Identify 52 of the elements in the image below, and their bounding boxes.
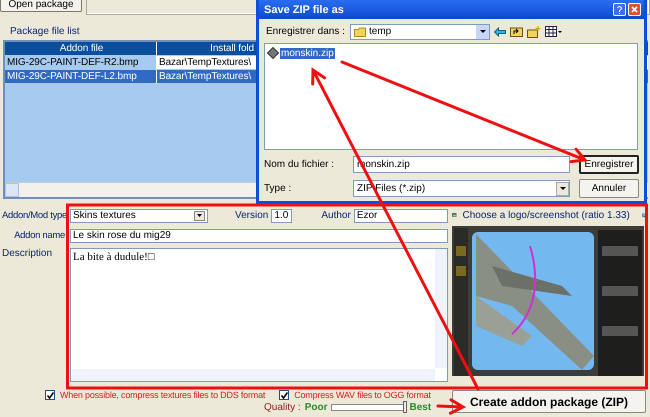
view-menu-icon — [545, 26, 563, 37]
checkmark-icon — [46, 392, 54, 398]
field-label: Version — [235, 210, 268, 221]
dropdown-arrow-icon — [197, 214, 202, 217]
table-cell[interactable]: Bazar\TempTextures\ — [157, 56, 256, 69]
field-label: Author — [321, 210, 351, 221]
folder-up-icon — [510, 26, 523, 37]
new-folder-icon — [527, 26, 541, 38]
file-type-dropdown[interactable]: ZIP Files (*.zip) — [353, 180, 570, 197]
checkbox[interactable] — [279, 390, 290, 400]
author-field[interactable]: Ezor — [354, 208, 448, 222]
back-arrow-icon — [494, 26, 506, 36]
column-header[interactable]: Install fold — [157, 42, 256, 55]
close-button[interactable] — [628, 3, 641, 16]
dropdown-arrow-icon — [480, 30, 486, 33]
dialog-title: Save ZIP file as — [264, 4, 345, 16]
field-label: Addon/Mod type — [2, 210, 65, 221]
folder-icon — [354, 26, 366, 36]
help-button[interactable] — [613, 3, 626, 16]
field-label: Type : — [264, 183, 292, 194]
table-cell[interactable]: MIG-29C-PAINT-DEF-L2.bmp — [5, 70, 157, 83]
field-label: Nom du fichier : — [264, 159, 336, 170]
version-field[interactable]: 1.0 — [271, 208, 292, 222]
addon-name-field[interactable]: Le skin rose du mig29 — [70, 228, 448, 242]
description-field[interactable]: La bite à dudule!□ — [70, 248, 448, 382]
checkbox[interactable] — [45, 390, 55, 400]
cancel-button[interactable]: Annuler — [579, 179, 639, 198]
annotation-arrow — [436, 398, 466, 415]
open-package-button[interactable]: Open package — [0, 0, 82, 12]
scale-label: Best — [409, 402, 432, 413]
option-label: When possible, compress textures files to DDS format — [60, 390, 266, 400]
field-label: Description — [2, 248, 54, 261]
type-dropdown[interactable]: Skins textures — [70, 208, 208, 222]
checkmark-icon — [280, 392, 288, 398]
section-label: Package file list — [10, 26, 80, 38]
column-header[interactable]: Addon file — [5, 42, 157, 55]
table-cell[interactable]: MIG-29C-PAINT-DEF-R2.bmp — [5, 56, 157, 69]
slider-thumb[interactable] — [403, 401, 408, 413]
folder-dropdown[interactable]: temp — [350, 24, 490, 40]
create-package-button[interactable]: Create addon package (ZIP) — [452, 390, 646, 413]
save-button[interactable]: Enregistrer — [579, 155, 639, 174]
question-icon — [617, 6, 622, 14]
field-label: Enregistrer dans : — [266, 26, 346, 37]
close-icon — [631, 6, 638, 13]
option-label: Compress WAV files to OGG format — [294, 390, 431, 400]
quality-label: Quality : — [264, 402, 301, 413]
scale-label: Poor — [304, 402, 328, 413]
logo-label: Choose a logo/screenshot (ratio 1.33) — [462, 210, 630, 220]
field-label: Addon name — [13, 230, 65, 241]
zip-file-icon — [267, 47, 279, 59]
table-cell[interactable]: Bazar\TempTextures\ — [157, 70, 256, 83]
dropdown-arrow-icon — [560, 187, 566, 190]
